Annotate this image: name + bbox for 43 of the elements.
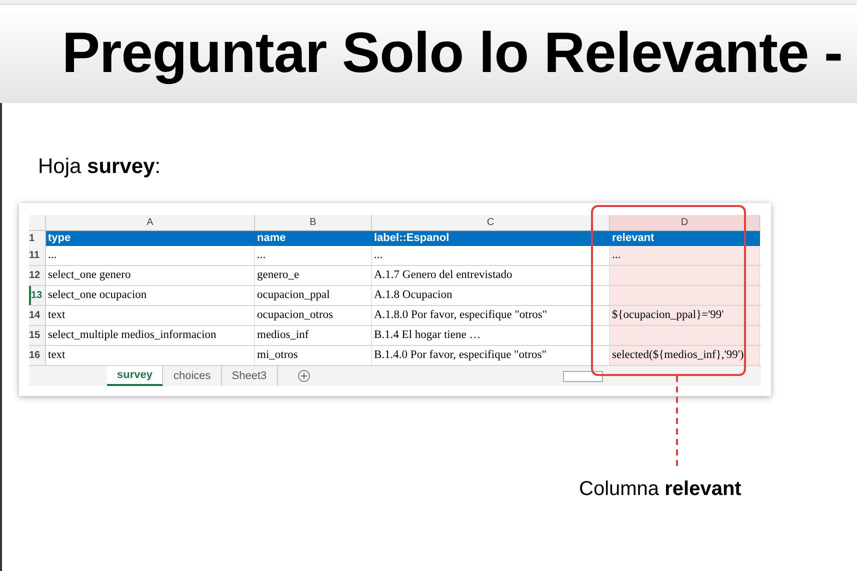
row-number[interactable]: 13 [29, 286, 46, 305]
table-cell-text: mi_otros [257, 348, 298, 363]
table-cell-text: B.1.4 El hogar tiene … [374, 328, 481, 343]
table-cell-text: A.1.8.0 Por favor, especifique "otros" [374, 308, 548, 323]
table-cell-text: A.1.8 Ocupacion [374, 288, 452, 303]
row-number[interactable]: 1 [29, 231, 46, 246]
table-cell-text: ... [48, 248, 57, 263]
column-header[interactable]: D [610, 215, 760, 230]
horizontal-scrollbar[interactable] [562, 370, 603, 382]
table-cell-text: ... [374, 248, 383, 263]
table-cell-text: A.1.7 Genero del entrevistado [374, 268, 512, 283]
column-heading: label::Espanol [374, 231, 450, 246]
table-cell-text: ${ocupacion_ppal}='99' [612, 308, 724, 323]
callout-label: Columna relevant [579, 477, 742, 502]
table-cell-text: ... [257, 248, 266, 263]
table-cell-text: B.1.4.0 Por favor, especifique "otros" [374, 348, 546, 363]
add-sheet-icon[interactable] [298, 370, 310, 382]
row-number[interactable]: 16 [29, 346, 46, 365]
table-cell-text: selected(${medios_inf},'99') [612, 348, 744, 363]
table-cell-text: ... [612, 248, 621, 263]
table-cell-text: genero_e [257, 268, 300, 283]
table-cell-text: text [48, 348, 66, 363]
column-heading: type [48, 231, 71, 246]
column-header[interactable]: A [46, 215, 255, 230]
row-number[interactable]: 15 [29, 326, 46, 345]
table-cell-text: select_one ocupacion [48, 288, 147, 303]
table-cell-text: medios_inf [257, 328, 309, 343]
column-header[interactable]: B [255, 215, 372, 230]
row-number[interactable]: 11 [29, 246, 46, 265]
table-cell-text: text [48, 308, 66, 323]
slide-title: Preguntar Solo lo Relevante - [62, 20, 842, 88]
column-heading: name [257, 231, 286, 246]
sheet-tab[interactable]: choices [163, 366, 222, 386]
slide-subtitle: Hoja survey: [38, 154, 161, 180]
table-cell-text: ocupacion_ppal [257, 288, 330, 303]
sheet-tab[interactable]: Sheet3 [222, 366, 278, 386]
table-cell-text: ocupacion_otros [257, 308, 334, 323]
row-number[interactable]: 12 [29, 266, 46, 285]
row-number[interactable]: 14 [29, 306, 46, 325]
table-cell-text: select_multiple medios_informacion [48, 328, 216, 343]
sheet-tab[interactable]: survey [107, 366, 164, 386]
table-cell-text: select_one genero [48, 268, 131, 283]
column-heading: relevant [612, 231, 654, 246]
